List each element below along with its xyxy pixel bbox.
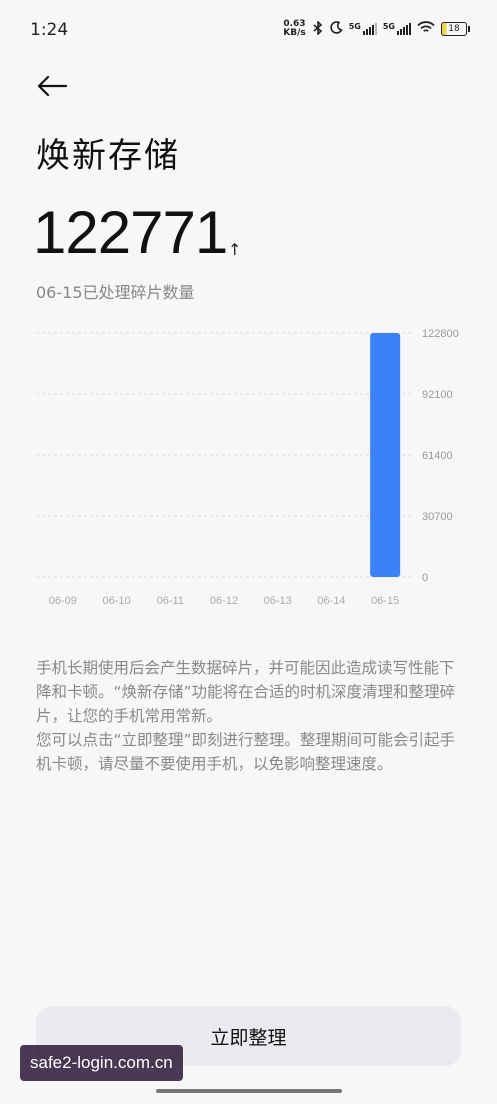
x-tick-label: 06-13	[264, 595, 292, 607]
status-icons: 0.63 KB/s 5G 5G 18	[283, 19, 470, 38]
watermark-label: safe2-login.com.cn	[20, 1045, 183, 1081]
status-time: 1:24	[30, 20, 69, 40]
x-tick-label: 06-11	[157, 595, 184, 607]
description: 手机长期使用后会产生数据碎片，并可能因此造成读写性能下降和卡顿。“焕新存储”功能…	[36, 656, 466, 776]
bluetooth-icon	[312, 19, 324, 38]
signal-icon-sim2: 5G	[383, 23, 411, 35]
moon-icon	[330, 21, 343, 37]
y-tick-label: 92100	[422, 389, 453, 401]
chart-bar	[370, 333, 401, 577]
y-tick-label: 122800	[422, 328, 459, 340]
page-title: 焕新存储	[36, 136, 180, 176]
fragment-count: 122771	[33, 199, 228, 266]
description-paragraph-1: 手机长期使用后会产生数据碎片，并可能因此造成读写性能下降和卡顿。“焕新存储”功能…	[36, 659, 456, 725]
y-tick-label: 61400	[422, 450, 453, 462]
x-tick-label: 06-09	[49, 595, 77, 607]
x-tick-label: 06-14	[317, 595, 345, 607]
y-tick-label: 0	[422, 572, 428, 584]
network-speed: 0.63 KB/s	[283, 19, 306, 38]
fragment-bar-chart: 0 30700 61400 92100 122800 06-09 06-10 06-11 06-…	[36, 328, 459, 607]
up-arrow-icon: ↑	[228, 240, 242, 259]
back-arrow-icon	[37, 75, 68, 97]
x-tick-label: 06-15	[371, 595, 399, 607]
home-indicator[interactable]	[156, 1089, 342, 1093]
back-button[interactable]	[34, 70, 70, 102]
description-paragraph-2: 您可以点击“立即整理”即刻进行整理。整理期间可能会引起手机卡顿，请尽量不要使用手…	[36, 731, 456, 773]
wifi-icon	[417, 21, 435, 37]
count-caption: 06-15已处理碎片数量	[36, 283, 195, 302]
signal-icon-sim1: 5G	[349, 23, 377, 35]
x-tick-label: 06-12	[210, 595, 238, 607]
x-tick-label: 06-10	[103, 595, 131, 607]
status-bar: 1:24 0.63 KB/s 5G 5G 18	[0, 0, 497, 56]
y-tick-label: 30700	[422, 511, 453, 523]
battery-icon: 18	[441, 22, 470, 36]
